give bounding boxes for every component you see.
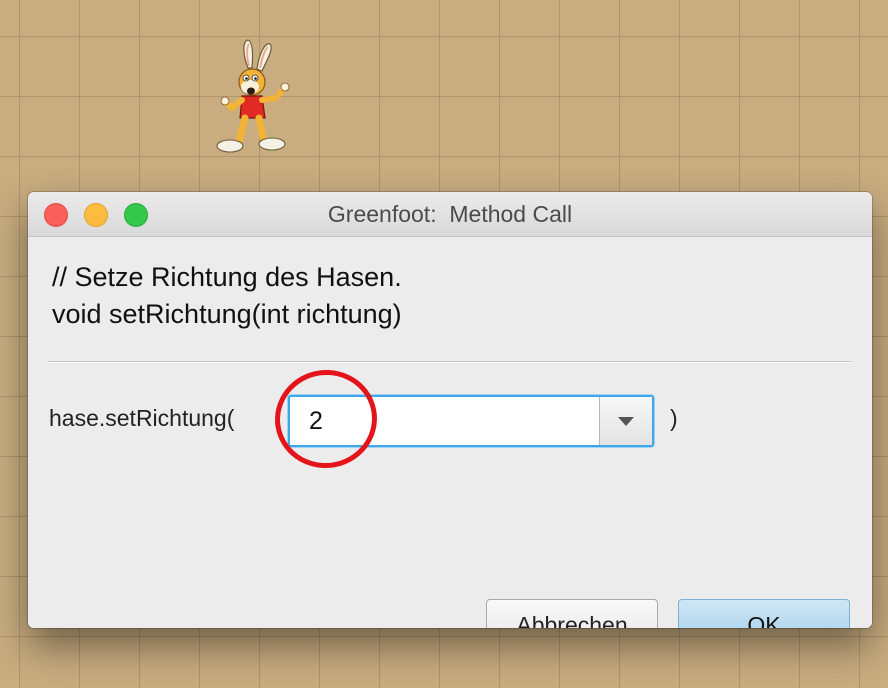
window-title: Greenfoot: Method Call [327,201,573,227]
dialog-content: // Setze Richtung des Hasen. void setRic… [28,237,872,628]
chevron-down-icon [618,416,634,426]
rabbit-actor-icon[interactable] [212,38,296,158]
ok-button[interactable]: OK [678,599,850,628]
argument-combobox[interactable] [288,395,654,447]
dropdown-button[interactable] [599,397,652,445]
call-suffix: ) [670,405,678,431]
method-call-dialog: Greenfoot: Method Call // Setze Richtung… [28,192,872,628]
title-bar[interactable]: Greenfoot: Method Call [28,192,872,237]
argument-input[interactable] [290,397,600,445]
method-comment: // Setze Richtung des Hasen. [52,262,402,292]
method-signature: void setRichtung(int richtung) [52,299,402,329]
cancel-button[interactable]: Abbrechen [486,599,658,628]
call-prefix: hase.setRichtung( [49,405,235,431]
separator [48,361,852,363]
